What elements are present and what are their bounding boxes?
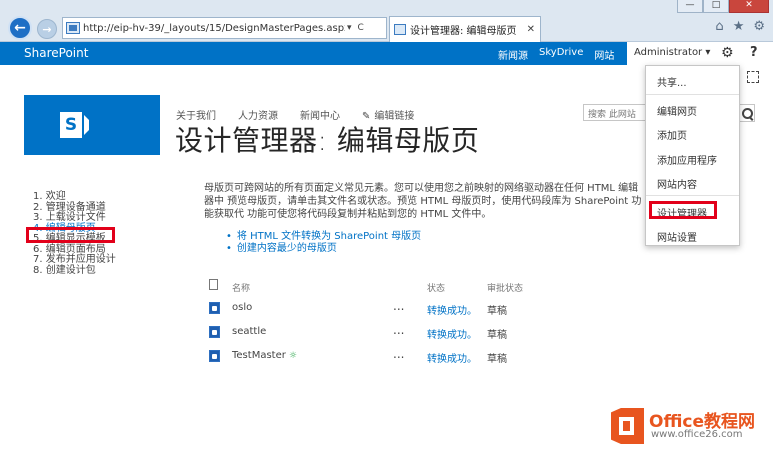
step-welcome[interactable]: 1. 欢迎 (33, 191, 116, 203)
menu-divider (646, 195, 739, 196)
forward-button[interactable]: → (37, 19, 57, 39)
sharepoint-brand[interactable]: SharePoint (24, 46, 88, 60)
browser-icons: ⌂ ★ ⚙ (715, 19, 765, 34)
tab-close-icon[interactable]: ✕ (527, 24, 535, 35)
search-icon[interactable] (738, 104, 755, 122)
dropdown-icon[interactable]: ▾ (347, 23, 352, 33)
tab-title: 设计管理器: 编辑母版页 (410, 26, 517, 37)
logo-inner (619, 417, 634, 435)
file-name-text: TestMaster (232, 350, 286, 361)
refresh-icon[interactable]: C (358, 23, 364, 33)
menu-item-add-app[interactable]: 添加应用程序 (657, 152, 717, 167)
table-row[interactable]: TestMaster ☼ ... 转换成功。 草稿 (206, 345, 546, 369)
tab-page-icon (394, 24, 406, 35)
master-page-file-icon (209, 350, 220, 362)
suite-link-skydrive[interactable]: SkyDrive (539, 47, 583, 62)
conversion-status-link[interactable]: 转换成功。 (427, 302, 477, 317)
document-icon (209, 279, 218, 290)
column-approval[interactable]: 审批状态 (487, 281, 523, 294)
menu-item-highlight (649, 201, 717, 219)
file-name-link[interactable]: oslo (232, 302, 252, 313)
site-logo[interactable]: S (24, 95, 160, 155)
approval-status: 草稿 (487, 330, 507, 341)
address-bar[interactable]: http://eip-hv-39/_layouts/15/DesignMaste… (62, 17, 387, 39)
home-icon[interactable]: ⌂ (715, 19, 723, 34)
menu-item-site-contents[interactable]: 网站内容 (657, 176, 697, 191)
browser-tab[interactable]: 设计管理器: 编辑母版页 ✕ (389, 16, 541, 42)
convert-html-link[interactable]: 将 HTML 文件转换为 SharePoint 母版页 (226, 231, 421, 243)
maximize-button[interactable]: □ (703, 0, 729, 13)
suite-link-newsfeed[interactable]: 新闻源 (498, 47, 528, 62)
user-menu[interactable]: Administrator ▾ (627, 42, 713, 65)
sharepoint-logo-icon: S (60, 112, 82, 138)
star-icon[interactable]: ★ (733, 19, 745, 34)
table-row[interactable]: oslo ... 转换成功。 草稿 (206, 297, 546, 321)
master-page-description: 母版页可跨网站的所有页面定义常见元素。您可以使用您之前映射的网络驱动器在任何 H… (204, 183, 642, 220)
more-options-button[interactable]: ... (393, 299, 404, 313)
suite-bar: SharePoint 新闻源 SkyDrive 网站 Administrator… (0, 42, 773, 65)
action-links: 将 HTML 文件转换为 SharePoint 母版页 创建内容最少的母版页 (226, 231, 421, 255)
page-icon (66, 22, 80, 34)
approval-status: 草稿 (487, 306, 507, 317)
active-step-highlight (26, 227, 115, 243)
url-text[interactable]: http://eip-hv-39/_layouts/15/DesignMaste… (83, 23, 345, 34)
step-upload-design[interactable]: 3. 上载设计文件 (33, 212, 116, 224)
master-page-list: 名称 状态 审批状态 oslo ... 转换成功。 草稿 seattle ...… (206, 279, 546, 369)
conversion-status-link[interactable]: 转换成功。 (427, 326, 477, 341)
column-status[interactable]: 状态 (427, 281, 445, 294)
browser-toolbar: — □ ✕ ← → http://eip-hv-39/_layouts/15/D… (0, 0, 773, 42)
focus-mode-icon[interactable] (747, 71, 759, 83)
page-title: 设计管理器: 编辑母版页 (175, 124, 480, 157)
gear-icon[interactable]: ⚙ (753, 19, 765, 34)
menu-item-share[interactable]: 共享... (657, 74, 687, 89)
menu-item-edit-page[interactable]: 编辑网页 (657, 103, 697, 118)
more-options-button[interactable]: ... (393, 347, 404, 361)
settings-gear-icon[interactable]: ⚙ (721, 45, 734, 61)
more-options-button[interactable]: ... (393, 323, 404, 337)
watermark-url: www.office26.com (651, 429, 743, 440)
office-logo-icon (611, 408, 644, 444)
step-publish-design[interactable]: 7. 发布并应用设计 (33, 254, 116, 266)
file-name-link[interactable]: seattle (232, 326, 266, 337)
file-name-link[interactable]: TestMaster ☼ (232, 350, 297, 361)
arrow-left-icon: ← (14, 20, 26, 36)
new-item-icon: ☼ (288, 351, 297, 361)
approval-status: 草稿 (487, 354, 507, 365)
create-minimal-master-link[interactable]: 创建内容最少的母版页 (226, 243, 421, 255)
address-tools: ▾ C (347, 23, 364, 33)
conversion-status-link[interactable]: 转换成功。 (427, 350, 477, 365)
master-page-file-icon (209, 326, 220, 338)
suite-link-sites[interactable]: 网站 (594, 47, 614, 62)
column-name[interactable]: 名称 (232, 281, 250, 294)
list-header: 名称 状态 审批状态 (206, 279, 546, 297)
close-window-button[interactable]: ✕ (729, 0, 769, 13)
menu-item-add-page[interactable]: 添加页 (657, 127, 687, 142)
window-controls: — □ ✕ (677, 0, 769, 14)
menu-divider (646, 94, 739, 95)
minimize-button[interactable]: — (677, 0, 703, 13)
table-row[interactable]: seattle ... 转换成功。 草稿 (206, 321, 546, 345)
back-button[interactable]: ← (8, 16, 32, 40)
step-create-package[interactable]: 8. 创建设计包 (33, 265, 116, 277)
menu-item-site-settings[interactable]: 网站设置 (657, 229, 697, 244)
master-page-file-icon (209, 302, 220, 314)
arrow-right-icon: → (42, 22, 52, 36)
logo-arrow-icon (84, 115, 96, 135)
help-icon[interactable]: ? (750, 45, 758, 60)
suite-links: 新闻源 SkyDrive 网站 (498, 47, 614, 62)
